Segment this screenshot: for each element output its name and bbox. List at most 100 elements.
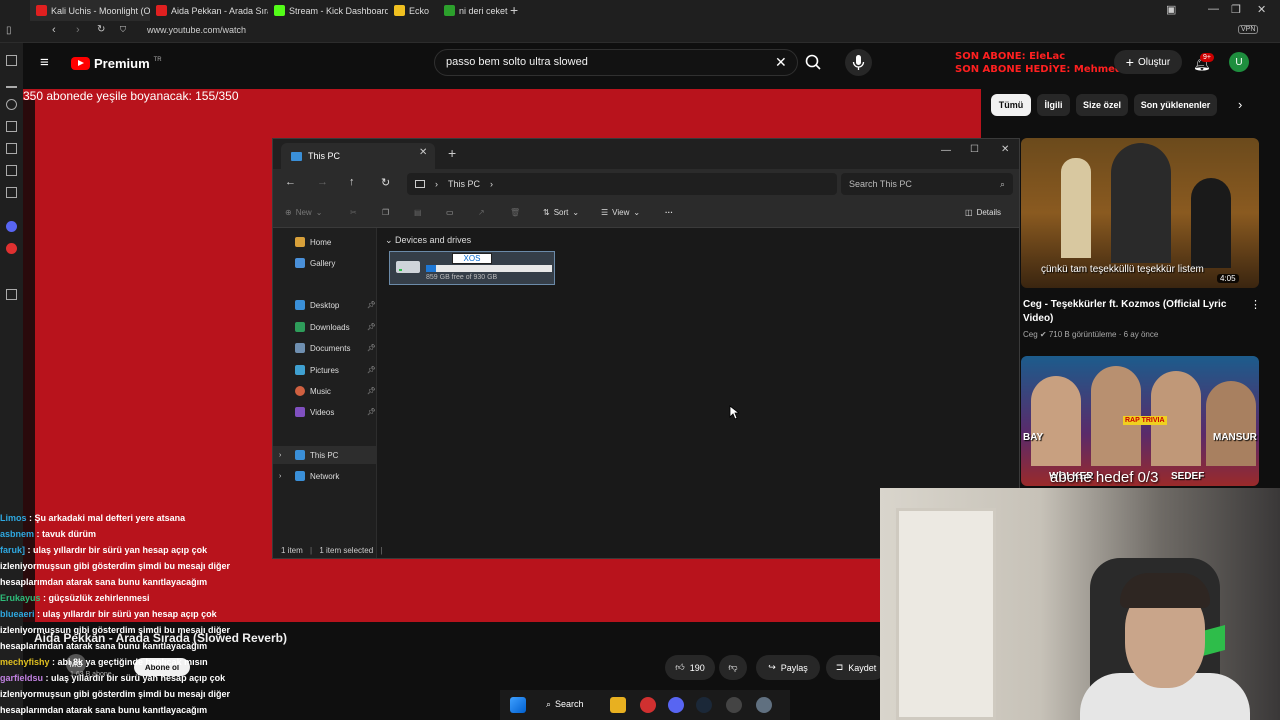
chat-username[interactable]: faruk] xyxy=(0,545,25,555)
nav-item-network[interactable]: › Network xyxy=(273,467,377,485)
create-button[interactable]: + Oluştur xyxy=(1114,50,1182,74)
vivaldi-icon[interactable] xyxy=(640,697,656,713)
more-options-icon[interactable]: ⋮ xyxy=(1250,298,1261,311)
breadcrumb-item[interactable]: This PC xyxy=(448,179,480,189)
pin-icon[interactable]: 📌︎ xyxy=(367,366,376,374)
browser-tab[interactable]: Kali Uchis - Moonlight (Offi xyxy=(30,0,150,21)
chat-username[interactable]: asbnem xyxy=(0,529,34,539)
minimize-icon[interactable]: — xyxy=(941,145,951,156)
nav-item-home[interactable]: Home xyxy=(273,233,377,251)
bookmarks-icon[interactable] xyxy=(6,55,17,66)
more-icon[interactable]: ··· xyxy=(665,208,673,217)
chat-username[interactable]: garfieldsu xyxy=(0,673,43,683)
new-button[interactable]: ⊕ New ⌄ xyxy=(285,208,322,217)
youtube-logo[interactable]: Premium TR xyxy=(71,56,162,71)
forward-icon[interactable]: → xyxy=(317,176,328,188)
pin-icon[interactable]: 📌︎ xyxy=(367,408,376,416)
vpn-badge[interactable]: VPN xyxy=(1238,25,1259,34)
nav-item-videos[interactable]: Videos 📌︎ xyxy=(273,403,377,421)
taskbar-search[interactable]: ⌕ Search xyxy=(546,699,584,710)
view-button[interactable]: ☰ View ⌄ xyxy=(601,208,640,217)
cut-icon[interactable]: ✂ xyxy=(350,208,357,217)
add-panel-icon[interactable] xyxy=(6,289,17,300)
tab-close-icon[interactable]: ✕ xyxy=(419,147,427,158)
settings-icon[interactable] xyxy=(756,697,772,713)
back-icon[interactable]: ← xyxy=(285,176,296,188)
nav-item-gallery[interactable]: Gallery xyxy=(273,254,377,272)
details-button[interactable]: ◫ Details xyxy=(965,208,1001,217)
chat-username[interactable]: Limos xyxy=(0,513,27,523)
rename-icon[interactable]: ▭ xyxy=(446,208,454,217)
close-window-icon[interactable]: ✕ xyxy=(1257,3,1266,16)
explorer-tab[interactable]: This PC xyxy=(281,143,435,169)
security-icon[interactable]: ⛉ xyxy=(120,25,126,35)
pin-icon[interactable]: 📌︎ xyxy=(367,387,376,395)
search-button[interactable] xyxy=(798,49,829,76)
chat-username[interactable]: Erukayus xyxy=(0,593,41,603)
recommendation-title[interactable]: Ceg - Teşekkürler ft. Kozmos (Official L… xyxy=(1023,298,1243,326)
mastodon-icon[interactable] xyxy=(6,221,17,232)
menu-icon[interactable]: ≡ xyxy=(40,54,49,71)
chip-all[interactable]: Tümü xyxy=(991,94,1031,116)
vivaldi-icon[interactable] xyxy=(6,243,17,254)
voice-search-button[interactable] xyxy=(845,49,872,76)
reader-icon[interactable] xyxy=(6,187,17,198)
url-field[interactable]: www.youtube.com/watch xyxy=(147,25,246,35)
recommendation-thumbnail[interactable]: BAY RAP TRIVIA MANSUR WOLKER SEDEF xyxy=(1021,356,1259,486)
tools-icon[interactable] xyxy=(6,143,17,154)
up-icon[interactable]: ↑ xyxy=(349,176,355,188)
new-tab-button[interactable]: + xyxy=(448,145,456,161)
drive-tile[interactable]: XOS 859 GB free of 930 GB xyxy=(389,251,555,285)
recommendation-thumbnail[interactable]: çünkü tam teşekküllü teşekkür listem 4:0… xyxy=(1021,138,1259,288)
nav-item-this-pc[interactable]: › This PC xyxy=(273,446,377,464)
clear-search-icon[interactable]: ✕ xyxy=(775,54,787,71)
sidebar-toggle-icon[interactable]: ▯ xyxy=(6,25,12,36)
browser-tab[interactable]: ni deri ceket × xyxy=(438,0,508,21)
refresh-icon[interactable]: ↻ xyxy=(381,176,390,189)
discord-icon[interactable] xyxy=(668,697,684,713)
breadcrumb[interactable]: › This PC › xyxy=(407,173,837,195)
nav-item-documents[interactable]: Documents 📌︎ xyxy=(273,339,377,357)
pin-icon[interactable]: 📌︎ xyxy=(367,323,376,331)
minimize-icon[interactable]: — xyxy=(1208,3,1219,15)
wallet-icon[interactable]: ▣ xyxy=(1166,3,1176,16)
history-icon[interactable] xyxy=(6,99,17,110)
nav-item-pictures[interactable]: Pictures 📌︎ xyxy=(273,361,377,379)
save-button[interactable]: ⊐ Kaydet xyxy=(826,655,886,680)
close-icon[interactable]: ✕ xyxy=(1001,144,1009,155)
chat-username[interactable]: mechyfishy xyxy=(0,657,50,667)
search-input[interactable]: Search This PC ⌕ xyxy=(841,173,1013,195)
drive-name-edit[interactable]: XOS xyxy=(452,253,492,264)
chip-related[interactable]: İlgili xyxy=(1037,94,1070,116)
chevron-right-icon[interactable]: › xyxy=(279,473,281,480)
windows-start-icon[interactable] xyxy=(510,697,526,713)
chip-recent[interactable]: Son yüklenenler xyxy=(1134,94,1217,116)
delete-icon[interactable]: 🗑︎ xyxy=(510,208,520,217)
chat-username[interactable]: blueaeri xyxy=(0,609,35,619)
dislike-button[interactable]: 👎︎ xyxy=(719,655,747,680)
reload-icon[interactable]: ↻ xyxy=(97,24,105,35)
steam-icon[interactable] xyxy=(696,697,712,713)
forward-icon[interactable]: › xyxy=(76,24,80,36)
browser-tab[interactable]: Aida Pekkan - Arada Sırada xyxy=(150,0,268,21)
like-button[interactable]: 👍︎ 190 xyxy=(665,655,715,680)
file-explorer-icon[interactable] xyxy=(610,697,626,713)
maximize-icon[interactable]: ❐ xyxy=(1231,3,1241,16)
sort-button[interactable]: ⇅ Sort ⌄ xyxy=(543,208,579,217)
avatar[interactable]: U xyxy=(1229,52,1249,72)
paste-icon[interactable]: ▤ xyxy=(414,208,422,217)
pin-icon[interactable]: 📌︎ xyxy=(367,301,376,309)
chevron-right-icon[interactable]: › xyxy=(279,452,281,459)
section-header[interactable]: ⌄ Devices and drives xyxy=(385,235,471,246)
copy-icon[interactable]: ❐ xyxy=(382,208,389,217)
chevron-right-icon[interactable]: › xyxy=(1238,97,1242,112)
mail-icon[interactable] xyxy=(6,165,17,176)
nav-item-desktop[interactable]: Desktop 📌︎ xyxy=(273,296,377,314)
obs-icon[interactable] xyxy=(726,697,742,713)
share-button[interactable]: ↪ Paylaş xyxy=(756,655,820,680)
nav-item-music[interactable]: Music 📌︎ xyxy=(273,382,377,400)
new-tab-button[interactable]: + xyxy=(510,2,518,18)
nav-item-downloads[interactable]: Downloads 📌︎ xyxy=(273,318,377,336)
pin-icon[interactable]: 📌︎ xyxy=(367,344,376,352)
chip-for-you[interactable]: Size özel xyxy=(1076,94,1128,116)
